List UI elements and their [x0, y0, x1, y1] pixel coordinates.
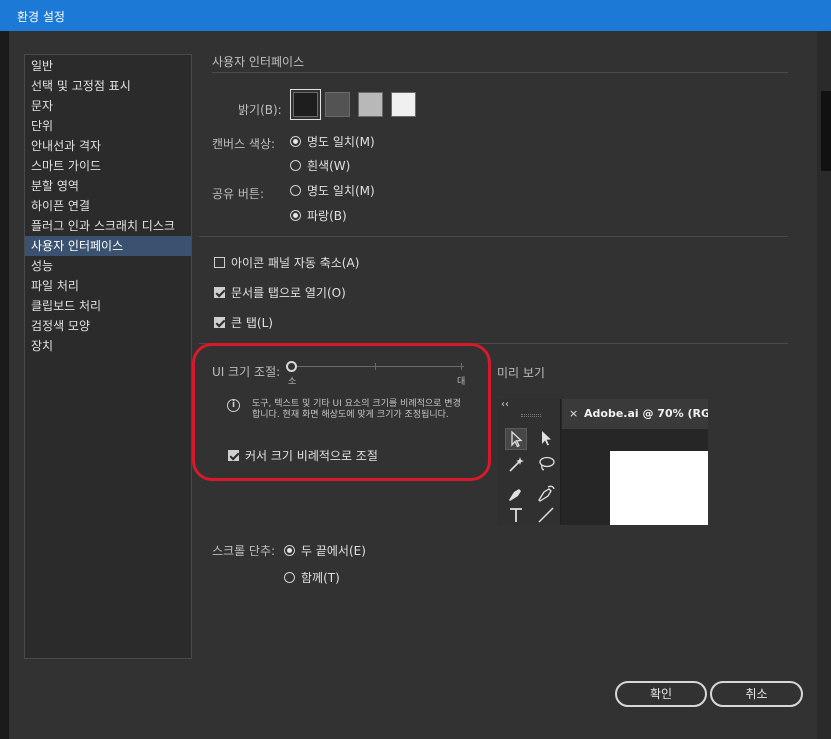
magic-wand-tool-icon: [505, 454, 527, 476]
sidebar-item[interactable]: 플러그 인과 스크래치 디스크: [25, 216, 191, 236]
large-tabs-checkbox[interactable]: 큰 탭(L): [214, 314, 273, 331]
preview-label: 미리 보기: [497, 366, 545, 380]
sidebar-item[interactable]: 분할 영역: [25, 176, 191, 196]
together-label: 함께(T): [301, 571, 340, 585]
brightness-label: 밝기(B):: [238, 103, 282, 117]
artboard: [610, 451, 708, 525]
panel-grip: [521, 414, 541, 417]
divider: [199, 236, 788, 237]
checkbox-indicator: [214, 287, 225, 298]
share-button-blue-label: 파랑(B): [307, 209, 347, 223]
both-ends-label: 두 끝에서(E): [301, 544, 366, 558]
line-tool-icon: [535, 505, 557, 525]
radio-indicator: [290, 136, 301, 147]
section-divider: [212, 72, 788, 73]
canvas-color-match-radio[interactable]: 명도 일치(M): [290, 133, 375, 150]
sidebar-item[interactable]: 클립보드 처리: [25, 296, 191, 316]
radio-indicator: [290, 210, 301, 221]
document-tab-title: Adobe.ai @ 70% (RGB/: [584, 407, 708, 420]
sidebar-item[interactable]: 하이픈 연결: [25, 196, 191, 216]
share-button-blue-radio[interactable]: 파랑(B): [290, 207, 347, 224]
brightness-swatch-medium-dark[interactable]: [325, 92, 350, 117]
share-button-match-radio[interactable]: 명도 일치(M): [290, 182, 375, 199]
sidebar-item[interactable]: 문자: [25, 96, 191, 116]
selection-tool-icon: [505, 428, 527, 450]
sidebar-item[interactable]: 성능: [25, 256, 191, 276]
sidebar-item[interactable]: 장치: [25, 336, 191, 356]
canvas-color-white-radio[interactable]: 흰색(W): [290, 157, 350, 174]
share-button-match-label: 명도 일치(M): [307, 184, 375, 198]
share-button-label: 공유 버튼:: [212, 187, 265, 201]
category-items: 일반 선택 및 고정점 표시 문자 단위 안내선과 격자 스마트 가이드 분할 영역 하이픈 …: [25, 55, 191, 356]
cancel-button[interactable]: 취소: [710, 681, 803, 707]
sidebar-item[interactable]: 사용자 인터페이스: [25, 236, 191, 256]
radio-indicator: [284, 545, 295, 556]
checkbox-indicator: [214, 317, 225, 328]
title-bar: 환경 설정: [0, 0, 831, 31]
sidebar-item[interactable]: 단위: [25, 116, 191, 136]
open-documents-as-tabs-checkbox[interactable]: 문서를 탭으로 열기(O): [214, 284, 346, 301]
scroll-buttons-together-radio[interactable]: 함께(T): [284, 569, 340, 586]
scroll-buttons-label: 스크롤 단추:: [212, 544, 276, 558]
radio-indicator: [284, 572, 295, 583]
canvas-color-white-label: 흰색(W): [307, 159, 351, 173]
brightness-swatch-dark[interactable]: [290, 89, 321, 120]
curvature-tool-icon: [535, 483, 557, 505]
canvas-color-label: 캔버스 색상:: [212, 137, 276, 151]
checkbox-indicator: [214, 257, 225, 268]
sidebar-item[interactable]: 스마트 가이드: [25, 156, 191, 176]
scroll-buttons-both-ends-radio[interactable]: 두 끝에서(E): [284, 542, 366, 559]
sidebar-item[interactable]: 선택 및 고정점 표시: [25, 76, 191, 96]
brightness-swatch-light[interactable]: [391, 92, 416, 117]
sidebar-item[interactable]: 파일 처리: [25, 276, 191, 296]
preferences-dialog: 일반 선택 및 고정점 표시 문자 단위 안내선과 격자 스마트 가이드 분할 영역 하이픈 …: [9, 31, 817, 739]
highlight-annotation: [192, 343, 491, 481]
ui-scale-preview: ‹‹ × Adobe.ai @ 70% (RG: [497, 399, 708, 525]
direct-selection-tool-icon: [535, 428, 557, 450]
auto-collapse-icon-panels-checkbox[interactable]: 아이콘 패널 자동 축소(A): [214, 254, 359, 271]
large-tabs-label: 큰 탭(L): [231, 316, 273, 330]
section-title: 사용자 인터페이스: [212, 55, 305, 69]
auto-collapse-label: 아이콘 패널 자동 축소(A): [231, 256, 360, 270]
window-title: 환경 설정: [17, 10, 65, 24]
brightness-swatch-medium-light[interactable]: [358, 92, 383, 117]
category-list[interactable]: 일반 선택 및 고정점 표시 문자 단위 안내선과 격자 스마트 가이드 분할 영역 하이픈 …: [24, 54, 192, 659]
canvas-color-match-label: 명도 일치(M): [307, 135, 375, 149]
background-window-edge: [817, 31, 831, 739]
collapse-icon: ‹‹: [501, 399, 509, 410]
ok-button[interactable]: 확인: [615, 681, 707, 707]
tools-panel: ‹‹: [497, 399, 561, 525]
pen-tool-icon: [505, 483, 527, 505]
type-tool-icon: [505, 505, 527, 525]
sidebar-item[interactable]: 안내선과 격자: [25, 136, 191, 156]
radio-indicator: [290, 160, 301, 171]
sidebar-item[interactable]: 검정색 모양: [25, 316, 191, 336]
radio-indicator: [290, 185, 301, 196]
lasso-tool-icon: [535, 454, 557, 476]
close-tab-icon: ×: [569, 407, 579, 420]
sidebar-item[interactable]: 일반: [25, 56, 191, 76]
background-strip: [821, 91, 831, 171]
open-as-tabs-label: 문서를 탭으로 열기(O): [231, 286, 346, 300]
